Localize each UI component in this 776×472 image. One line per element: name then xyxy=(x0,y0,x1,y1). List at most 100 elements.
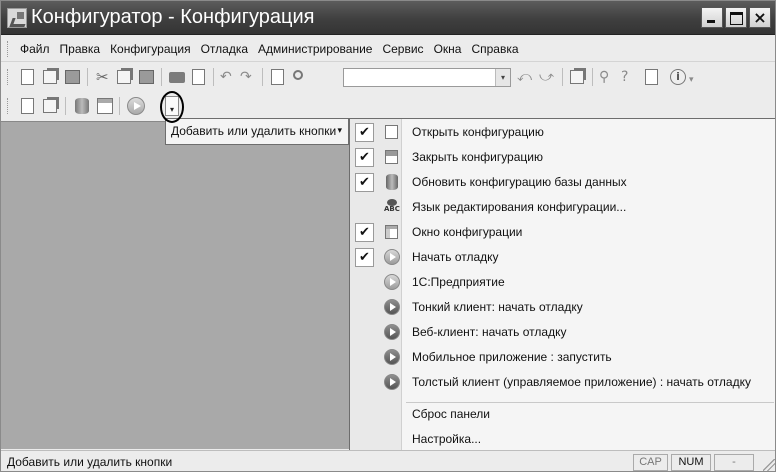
toolbar-separator xyxy=(262,68,263,86)
enterprise-icon xyxy=(384,274,400,290)
cut-icon[interactable]: ✂ xyxy=(94,68,112,86)
menu-item-thin-client[interactable]: Тонкий клиент: начать отладку xyxy=(350,295,775,320)
menu-item-open-configuration[interactable]: ✔ Открыть конфигурацию xyxy=(350,120,775,145)
menu-item-web-client[interactable]: Веб-клиент: начать отладку xyxy=(350,320,775,345)
menu-administration[interactable]: Администрирование xyxy=(253,36,377,62)
help-icon[interactable]: ? xyxy=(621,68,639,86)
toolbar-separator xyxy=(119,97,120,115)
resize-grip-icon[interactable] xyxy=(763,459,775,471)
update-database-icon[interactable] xyxy=(73,97,91,115)
window-controls: × xyxy=(701,7,771,28)
mobile-app-icon xyxy=(384,349,400,365)
caps-lock-indicator: CAP xyxy=(633,454,668,471)
menu-item-reset-toolbar[interactable]: Сброс панели xyxy=(350,402,775,427)
menu-service[interactable]: Сервис xyxy=(377,36,428,62)
maximize-button[interactable] xyxy=(725,7,747,28)
menu-item-label: Толстый клиент (управляемое приложение) … xyxy=(412,375,751,389)
find-icon[interactable] xyxy=(269,68,287,86)
print-icon[interactable] xyxy=(168,68,186,86)
copy-icon[interactable] xyxy=(116,68,134,86)
menu-item-edit-language[interactable]: ABC Язык редактирования конфигурации... xyxy=(350,195,775,220)
menu-item-label: Веб-клиент: начать отладку xyxy=(412,325,567,339)
update-database-icon xyxy=(384,174,400,190)
highlight-circle xyxy=(160,91,184,123)
configuration-window-icon xyxy=(384,224,400,240)
print-preview-icon[interactable] xyxy=(190,68,208,86)
menu-item-start-debugging[interactable]: ✔ Начать отладку xyxy=(350,245,775,270)
status-text: Добавить или удалить кнопки xyxy=(7,455,173,469)
find-next-icon[interactable]: ⤺ xyxy=(517,68,535,86)
menu-item-thick-client[interactable]: Толстый клиент (управляемое приложение) … xyxy=(350,370,775,395)
find-previous-icon[interactable]: ⤻ xyxy=(539,68,557,86)
menu-item-label: Язык редактирования конфигурации... xyxy=(412,200,627,214)
minimize-button[interactable] xyxy=(701,7,723,28)
menu-item-close-configuration[interactable]: ✔ Закрыть конфигурацию xyxy=(350,145,775,170)
menu-item-label: Обновить конфигурацию базы данных xyxy=(412,175,627,189)
thick-client-icon xyxy=(384,374,400,390)
open-configuration-icon[interactable] xyxy=(19,97,37,115)
menu-item-enterprise[interactable]: 1С:Предприятие xyxy=(350,270,775,295)
search-icon[interactable] xyxy=(291,68,309,86)
status-indicator-extra: - xyxy=(714,454,754,471)
toolbar-options-icon[interactable]: ▾ xyxy=(689,68,699,86)
status-bar: Добавить или удалить кнопки CAP NUM - xyxy=(1,450,775,471)
menu-item-update-database[interactable]: ✔ Обновить конфигурацию базы данных xyxy=(350,170,775,195)
paste-icon[interactable] xyxy=(138,68,156,86)
submenu-arrow-icon: ▾ xyxy=(337,126,342,136)
menu-item-configuration-window[interactable]: ✔ Окно конфигурации xyxy=(350,220,775,245)
title-bar[interactable]: Конфигуратор - Конфигурация × xyxy=(1,1,775,35)
checkbox-checked[interactable]: ✔ xyxy=(355,248,374,267)
add-remove-buttons-label[interactable]: Добавить или удалить кнопки xyxy=(171,119,336,144)
windows-icon[interactable] xyxy=(569,68,587,86)
menu-help[interactable]: Справка xyxy=(466,36,523,62)
menu-item-label: Настройка... xyxy=(412,432,482,446)
info-icon[interactable]: i xyxy=(669,68,687,86)
menu-file[interactable]: Файл xyxy=(15,36,55,62)
toolbar-separator xyxy=(592,68,593,86)
menu-item-label: 1С:Предприятие xyxy=(412,275,505,289)
close-button[interactable]: × xyxy=(749,7,771,28)
start-debugging-icon[interactable] xyxy=(127,97,145,115)
save-icon[interactable] xyxy=(64,68,82,86)
toolbar-separator xyxy=(213,68,214,86)
toolbar-buttons-menu: ✔ Открыть конфигурацию ✔ Закрыть конфигу… xyxy=(349,118,775,452)
main-window: Конфигуратор - Конфигурация × Файл Правк… xyxy=(0,0,776,472)
menu-configuration[interactable]: Конфигурация xyxy=(105,36,196,62)
menu-debug[interactable]: Отладка xyxy=(196,36,253,62)
menubar-grip[interactable] xyxy=(7,41,10,57)
configuration-window-icon[interactable] xyxy=(96,97,114,115)
menu-bar: Файл Правка Конфигурация Отладка Админис… xyxy=(1,36,775,62)
menu-item-label: Мобильное приложение : запустить xyxy=(412,350,612,364)
search-dropdown-icon[interactable]: ▾ xyxy=(495,69,510,86)
toolbar-separator xyxy=(562,68,563,86)
menu-item-label: Окно конфигурации xyxy=(412,225,523,239)
checkbox-checked[interactable]: ✔ xyxy=(355,173,374,192)
search-input[interactable]: ▾ xyxy=(343,68,511,87)
toolbar-grip[interactable] xyxy=(7,69,10,85)
toolbar-grip[interactable] xyxy=(7,98,10,114)
menu-item-customize[interactable]: Настройка... xyxy=(350,427,775,452)
add-remove-buttons-popup[interactable]: Добавить или удалить кнопки ▾ xyxy=(165,118,349,145)
close-configuration-icon[interactable] xyxy=(42,97,60,115)
menu-item-label: Сброс панели xyxy=(412,407,490,421)
toolbar-separator xyxy=(161,68,162,86)
checkbox-checked[interactable]: ✔ xyxy=(355,148,374,167)
web-client-icon xyxy=(384,324,400,340)
book-icon[interactable] xyxy=(643,68,661,86)
menu-item-label: Закрыть конфигурацию xyxy=(412,150,543,164)
checkbox-checked[interactable]: ✔ xyxy=(355,123,374,142)
standard-toolbar: ✂ ↶ ↷ ▾ ⤺ ⤻ ⚲ ? i ▾ xyxy=(1,63,775,91)
new-document-icon[interactable] xyxy=(19,68,37,86)
menu-item-label: Открыть конфигурацию xyxy=(412,125,544,139)
checkbox-checked[interactable]: ✔ xyxy=(355,223,374,242)
redo-icon[interactable]: ↷ xyxy=(240,68,258,86)
toolbar-separator xyxy=(65,97,66,115)
app-logo-icon xyxy=(7,8,27,28)
language-abc-icon: ABC xyxy=(384,199,400,215)
menu-edit[interactable]: Правка xyxy=(55,36,106,62)
menu-windows[interactable]: Окна xyxy=(429,36,467,62)
syntax-assistant-icon[interactable]: ⚲ xyxy=(599,68,617,86)
open-icon[interactable] xyxy=(42,68,60,86)
menu-item-mobile-app[interactable]: Мобильное приложение : запустить xyxy=(350,345,775,370)
undo-icon[interactable]: ↶ xyxy=(220,68,238,86)
